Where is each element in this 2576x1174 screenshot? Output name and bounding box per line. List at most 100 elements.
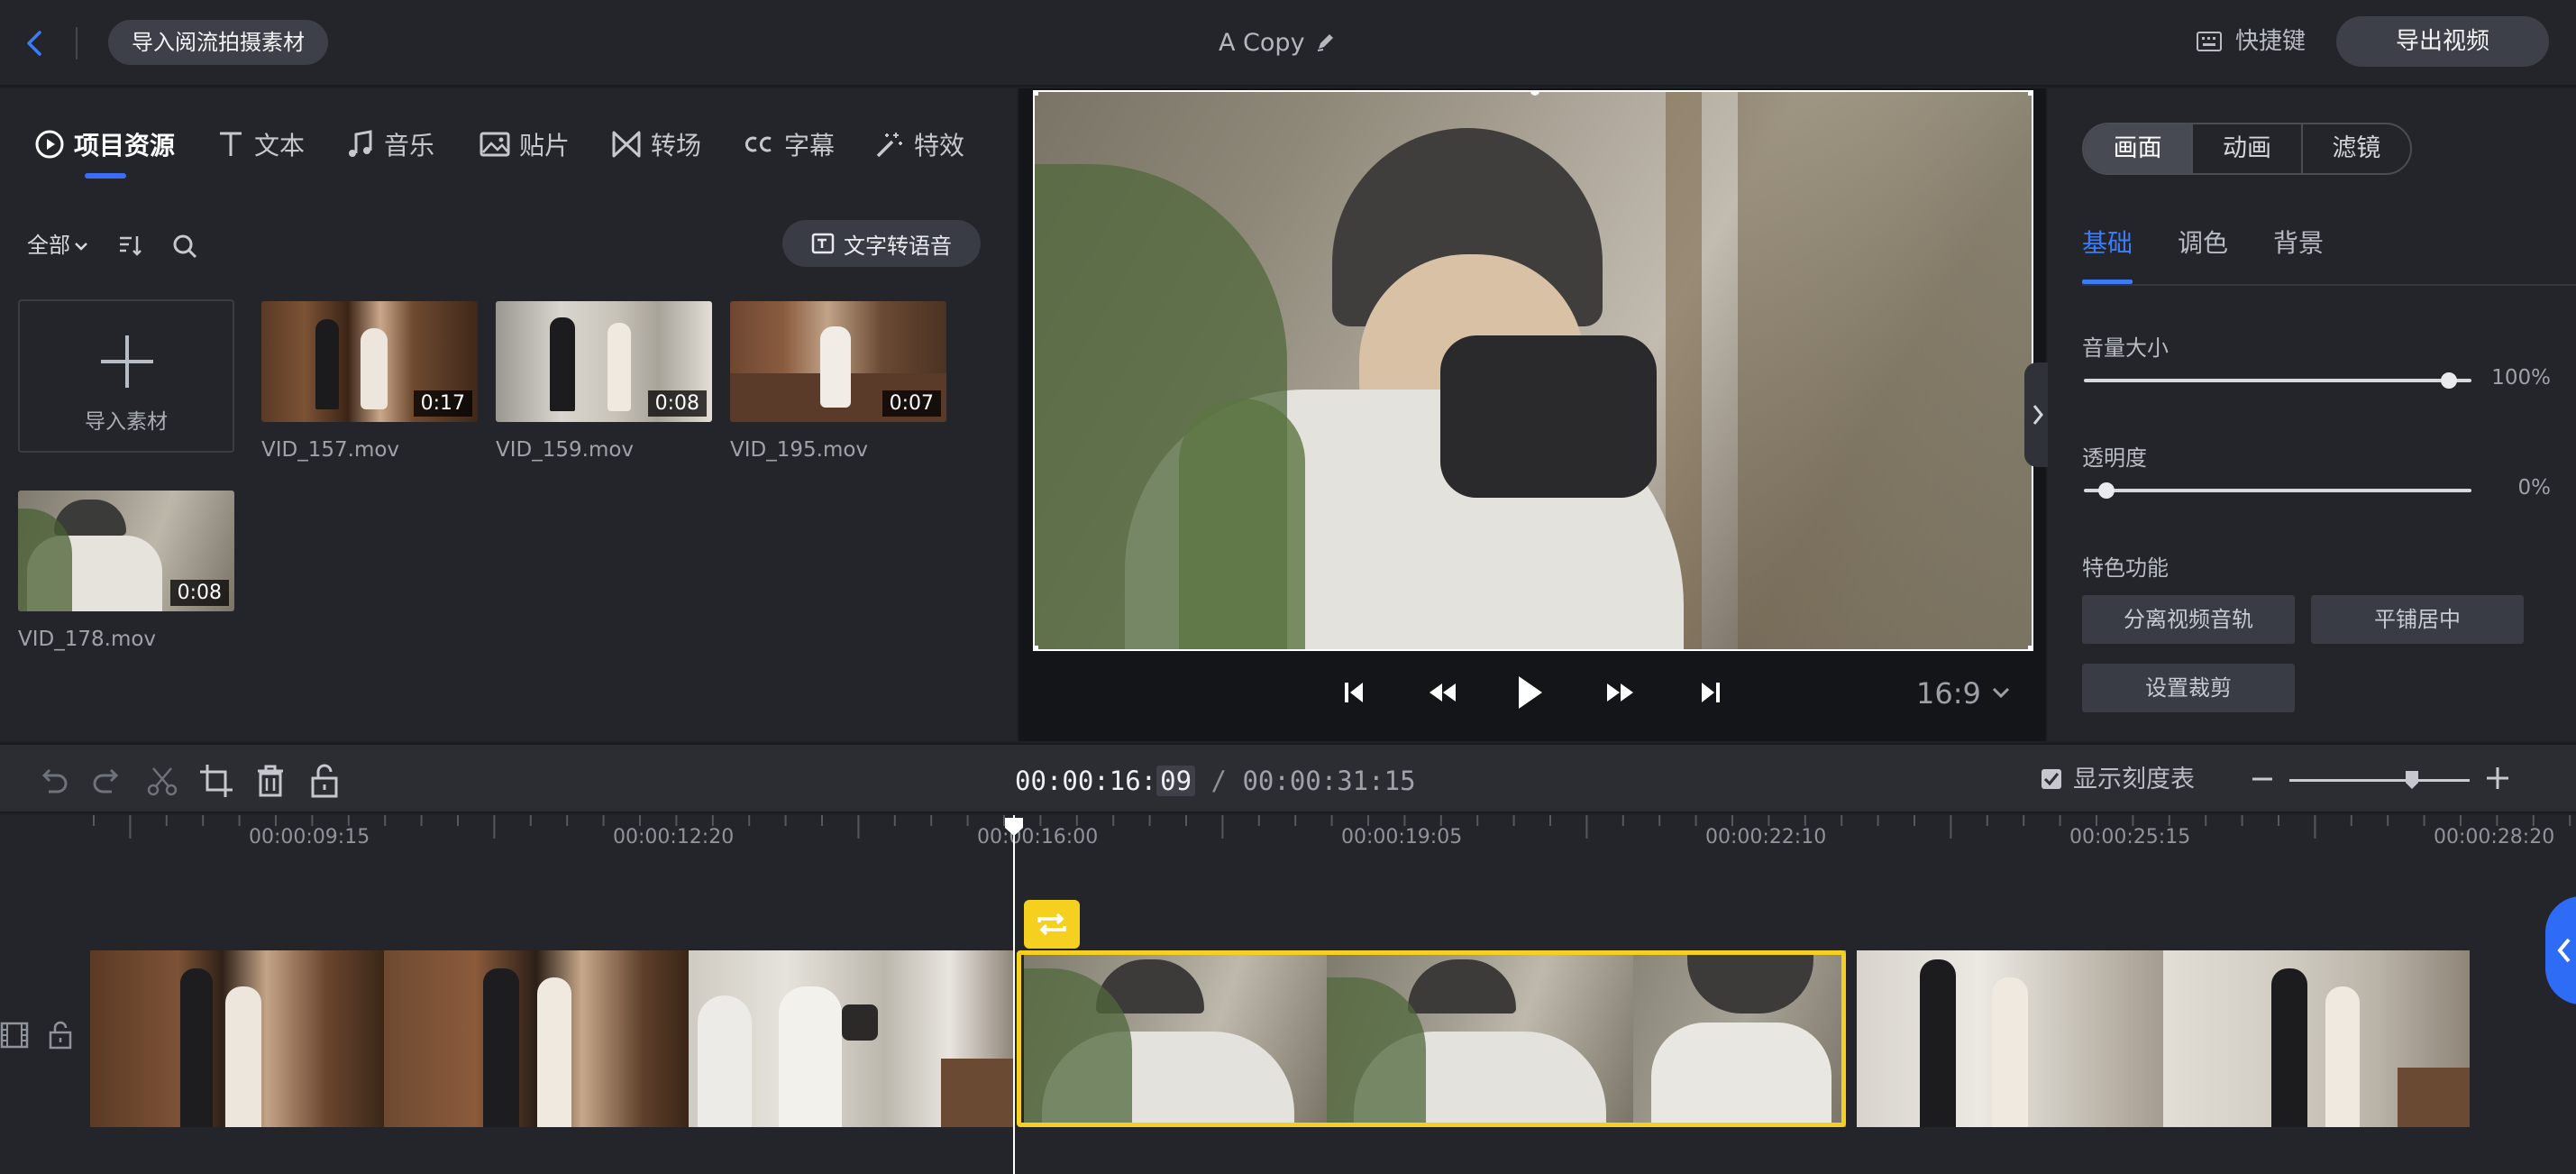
clip-duration: 0:08 <box>169 580 229 606</box>
clip-duration: 0:17 <box>413 390 472 417</box>
clip-frame[interactable] <box>1857 950 2163 1127</box>
tile-center-button[interactable]: 平铺居中 <box>2311 595 2524 644</box>
text-icon <box>220 132 242 156</box>
crop-icon[interactable] <box>198 763 234 799</box>
clip-gap <box>1015 950 1024 1127</box>
chevron-down-icon <box>75 243 87 251</box>
opacity-slider[interactable] <box>2084 482 2471 499</box>
rewind-button[interactable] <box>1422 665 1462 720</box>
volume-label: 音量大小 <box>2082 335 2169 361</box>
subtab-basic[interactable]: 基础 <box>2082 224 2133 260</box>
tab-stickers[interactable]: 贴片 <box>480 124 570 164</box>
fast-forward-button[interactable] <box>1601 665 1640 720</box>
chevron-down-icon[interactable] <box>1990 685 2012 700</box>
zoom-slider-thumb[interactable] <box>2405 770 2419 790</box>
tab-project-resources[interactable]: 项目资源 <box>34 124 175 164</box>
zoom-in-icon[interactable] <box>2484 765 2511 792</box>
import-media-tile[interactable]: 导入素材 <box>18 299 234 453</box>
import-stream-footage-button[interactable]: 导入阅流拍摄素材 <box>108 20 328 65</box>
media-clip[interactable]: 0:17 VID_157.mov <box>261 301 478 462</box>
aspect-ratio-select[interactable]: 16:9 <box>1916 676 1981 711</box>
tab-label: 项目资源 <box>74 131 176 161</box>
tab-label: 音乐 <box>384 131 435 161</box>
media-clip[interactable]: 0:08 VID_159.mov <box>496 301 712 462</box>
tab-text[interactable]: 文本 <box>216 124 305 164</box>
video-canvas[interactable] <box>1033 90 2033 651</box>
unlock-icon[interactable] <box>306 763 343 799</box>
segment-animation[interactable]: 动画 <box>2191 124 2300 173</box>
chevron-left-icon <box>27 31 41 56</box>
slider-thumb[interactable] <box>2441 372 2457 389</box>
show-scale-label[interactable]: 显示刻度表 <box>2073 763 2195 797</box>
opacity-value: 0% <box>2517 476 2552 500</box>
export-video-button[interactable]: 导出视频 <box>2336 16 2549 67</box>
timeline-toolbar: 00:00:16: 09 / 00:00:31:15 显示刻度表 <box>0 743 2576 813</box>
detach-audio-button[interactable]: 分离视频音轨 <box>2082 595 2295 644</box>
clip-frame[interactable] <box>2163 950 2470 1127</box>
resize-handle[interactable] <box>2028 92 2032 96</box>
film-icon <box>0 1022 29 1049</box>
back-button[interactable] <box>18 23 50 63</box>
skip-to-start-button[interactable] <box>1336 665 1372 720</box>
playhead[interactable] <box>1013 815 1015 1174</box>
time-ruler[interactable]: 00:00:09:15 00:00:12:20 00:00:16:00 00:0… <box>0 815 2576 869</box>
properties-panel: 画面 动画 滤镜 基础 调色 背景 音量大小 100% 透明度 0% 特色功能 … <box>2048 88 2576 741</box>
transition-icon <box>612 131 641 158</box>
skip-to-end-button[interactable] <box>1693 665 1729 720</box>
play-button[interactable] <box>1509 665 1550 720</box>
search-icon[interactable] <box>171 233 198 260</box>
subtab-color[interactable]: 调色 <box>2178 224 2228 260</box>
resize-handle[interactable] <box>1035 646 1038 649</box>
clip-frame[interactable] <box>90 950 384 1127</box>
clip-frame[interactable] <box>689 950 1015 1127</box>
clip-name: VID_195.mov <box>730 438 869 462</box>
segment-filter[interactable]: 滤镜 <box>2300 124 2410 173</box>
subtab-background[interactable]: 背景 <box>2273 224 2324 260</box>
pencil-icon[interactable] <box>1314 31 1338 54</box>
segment-picture[interactable]: 画面 <box>2084 124 2192 173</box>
tab-subtitles[interactable]: 字幕 <box>743 124 835 164</box>
clip-name: VID_157.mov <box>261 438 400 462</box>
clip-name: VID_159.mov <box>496 438 635 462</box>
resize-handle[interactable] <box>1530 92 1539 96</box>
shortcuts-button[interactable]: 快捷键 <box>2235 23 2306 60</box>
clip-duration: 0:07 <box>882 390 941 417</box>
trash-icon[interactable] <box>252 763 288 799</box>
tab-music[interactable]: 音乐 <box>346 124 434 164</box>
clip-frame[interactable] <box>1327 950 1633 1127</box>
text-to-speech-button[interactable]: 文字转语音 <box>782 220 981 267</box>
scissors-icon[interactable] <box>144 763 180 799</box>
resize-handle[interactable] <box>1035 92 1038 96</box>
loop-icon <box>1037 913 1066 936</box>
redo-icon[interactable] <box>88 763 124 799</box>
filter-dropdown[interactable]: 全部 <box>27 229 88 261</box>
zoom-out-icon[interactable] <box>2250 766 2275 792</box>
play-icon <box>1519 676 1542 709</box>
slider-thumb[interactable] <box>2098 482 2115 499</box>
undo-icon[interactable] <box>36 763 72 799</box>
ruler-label: 00:00:16:00 <box>977 826 1099 848</box>
unlock-icon[interactable] <box>47 1021 74 1050</box>
tab-effects[interactable]: 特效 <box>874 124 964 164</box>
sort-icon[interactable] <box>117 233 142 258</box>
checkbox-icon[interactable] <box>2041 768 2062 790</box>
clip-frame[interactable] <box>1633 950 1846 1127</box>
video-track[interactable] <box>90 950 2576 1127</box>
timeline[interactable]: 00:00:09:15 00:00:12:20 00:00:16:00 00:0… <box>0 815 2576 1174</box>
import-media-label: 导入素材 <box>85 410 168 434</box>
playhead-timecode: 00:00:16: 09 / 00:00:31:15 <box>1015 763 1416 799</box>
volume-slider[interactable] <box>2084 372 2471 389</box>
transition-badge[interactable] <box>1024 900 1080 949</box>
skip-end-icon <box>1702 683 1720 702</box>
zoom-slider[interactable] <box>2289 779 2470 782</box>
clip-frame[interactable] <box>1024 950 1327 1127</box>
keyboard-icon[interactable] <box>2196 29 2223 54</box>
media-clip[interactable]: 0:07 VID_195.mov <box>730 301 946 462</box>
resize-handle[interactable] <box>2028 646 2032 649</box>
set-crop-button[interactable]: 设置裁剪 <box>2082 664 2295 712</box>
media-clip[interactable]: 0:08 VID_178.mov <box>18 491 234 651</box>
features-label: 特色功能 <box>2082 555 2169 581</box>
tab-transitions[interactable]: 转场 <box>611 124 701 164</box>
playhead-handle-icon[interactable] <box>1004 817 1024 837</box>
clip-frame[interactable] <box>384 950 689 1127</box>
